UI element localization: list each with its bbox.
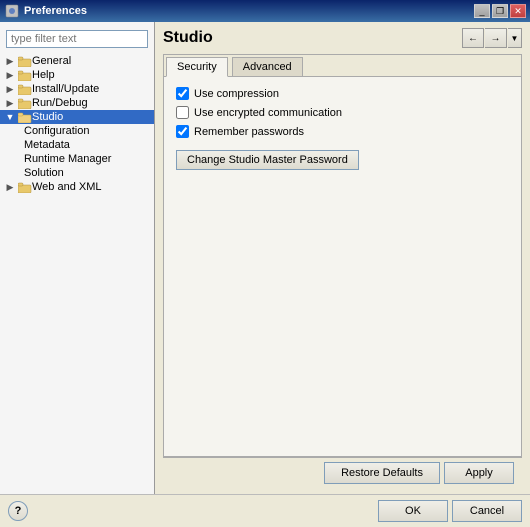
remember-passwords-checkbox[interactable] (176, 125, 189, 138)
panel-header: Studio ← → ▼ (163, 28, 522, 48)
use-compression-label: Use compression (194, 88, 279, 100)
tab-security[interactable]: Security (166, 57, 228, 77)
sidebar-label-solution: Solution (24, 167, 64, 179)
window-title: Preferences (24, 5, 474, 17)
tabs-row: Security Advanced (164, 55, 521, 77)
sidebar-item-configuration[interactable]: Configuration (0, 124, 154, 138)
content-area: ▶ General ▶ Help ▶ (0, 22, 530, 494)
forward-arrow-icon: → (491, 33, 501, 44)
folder-icon-help (18, 70, 32, 81)
sidebar-item-general[interactable]: ▶ General (0, 54, 154, 68)
use-encrypted-label: Use encrypted communication (194, 107, 342, 119)
restore-button[interactable]: ❐ (492, 4, 508, 18)
sidebar: ▶ General ▶ Help ▶ (0, 22, 155, 494)
dropdown-arrow-icon: ▼ (511, 34, 519, 43)
sidebar-item-solution[interactable]: Solution (0, 166, 154, 180)
sidebar-label-runtime-manager: Runtime Manager (24, 153, 111, 165)
expand-icon-general: ▶ (4, 55, 16, 67)
tab-container: Security Advanced Use compression Use en… (163, 54, 522, 457)
forward-button[interactable]: → (485, 28, 507, 48)
use-compression-row: Use compression (176, 87, 509, 100)
preferences-icon (4, 3, 20, 19)
nav-arrows: ← → ▼ (462, 28, 522, 48)
footer-buttons: OK Cancel (378, 500, 522, 522)
remember-passwords-row: Remember passwords (176, 125, 509, 138)
restore-defaults-button[interactable]: Restore Defaults (324, 462, 440, 484)
use-compression-checkbox[interactable] (176, 87, 189, 100)
sidebar-item-run-debug[interactable]: ▶ Run/Debug (0, 96, 154, 110)
main-container: ▶ General ▶ Help ▶ (0, 22, 530, 527)
footer-bar: ? OK Cancel (0, 494, 530, 527)
apply-button[interactable]: Apply (444, 462, 514, 484)
folder-icon-install (18, 84, 32, 95)
folder-icon-run (18, 98, 32, 109)
sidebar-item-runtime-manager[interactable]: Runtime Manager (0, 152, 154, 166)
window-controls: _ ❐ ✕ (474, 4, 526, 18)
sidebar-label-install: Install/Update (32, 83, 99, 95)
sidebar-item-web-and-xml[interactable]: ▶ Web and XML (0, 180, 154, 194)
nav-dropdown-button[interactable]: ▼ (508, 28, 522, 48)
sidebar-label-metadata: Metadata (24, 139, 70, 151)
filter-input[interactable] (6, 30, 148, 48)
bottom-bar: Restore Defaults Apply (163, 457, 522, 488)
back-arrow-icon: ← (468, 33, 478, 44)
ok-button[interactable]: OK (378, 500, 448, 522)
back-button[interactable]: ← (462, 28, 484, 48)
folder-icon-studio (18, 112, 32, 123)
right-panel: Studio ← → ▼ Security (155, 22, 530, 494)
folder-icon-general (18, 56, 32, 67)
use-encrypted-row: Use encrypted communication (176, 106, 509, 119)
panel-title-text: Studio (163, 29, 213, 47)
sidebar-label-web: Web and XML (32, 181, 102, 193)
sidebar-item-install-update[interactable]: ▶ Install/Update (0, 82, 154, 96)
help-button[interactable]: ? (8, 501, 28, 521)
sidebar-label-general: General (32, 55, 71, 67)
title-bar: Preferences _ ❐ ✕ (0, 0, 530, 22)
sidebar-item-help[interactable]: ▶ Help (0, 68, 154, 82)
sidebar-item-metadata[interactable]: Metadata (0, 138, 154, 152)
change-master-password-button[interactable]: Change Studio Master Password (176, 150, 359, 170)
tab-advanced-label: Advanced (243, 61, 292, 73)
folder-icon-web (18, 182, 32, 193)
sidebar-label-run: Run/Debug (32, 97, 88, 109)
security-tab-content: Use compression Use encrypted communicat… (164, 77, 521, 456)
sidebar-label-studio: Studio (32, 111, 63, 123)
expand-icon-run: ▶ (4, 97, 16, 109)
expand-icon-web: ▶ (4, 181, 16, 193)
sidebar-item-studio[interactable]: ▼ Studio (0, 110, 154, 124)
tab-security-label: Security (177, 61, 217, 73)
cancel-button[interactable]: Cancel (452, 500, 522, 522)
sidebar-label-configuration: Configuration (24, 125, 89, 137)
remember-passwords-label: Remember passwords (194, 126, 304, 138)
tab-advanced[interactable]: Advanced (232, 57, 303, 76)
expand-icon-install: ▶ (4, 83, 16, 95)
expand-icon-help: ▶ (4, 69, 16, 81)
expand-icon-studio: ▼ (4, 111, 16, 123)
use-encrypted-checkbox[interactable] (176, 106, 189, 119)
close-button[interactable]: ✕ (510, 4, 526, 18)
sidebar-label-help: Help (32, 69, 55, 81)
minimize-button[interactable]: _ (474, 4, 490, 18)
